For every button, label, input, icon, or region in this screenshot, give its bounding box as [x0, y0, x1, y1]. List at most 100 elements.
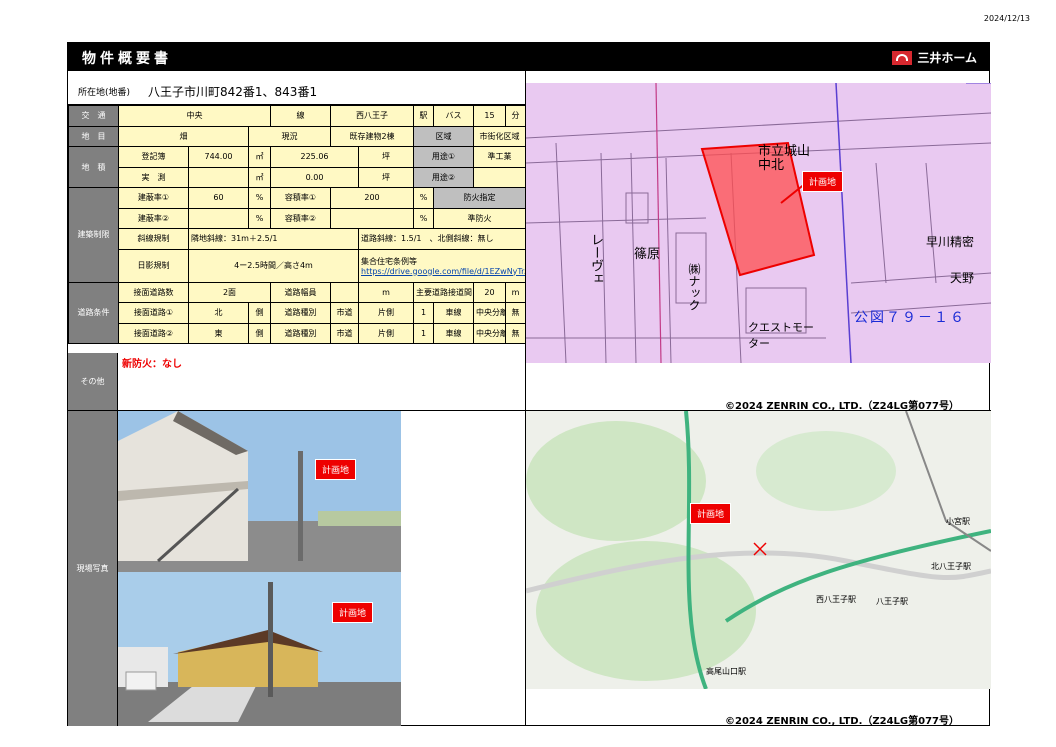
cell-bouka: 準防火: [433, 207, 526, 229]
cell-build-head: 建築制限: [68, 187, 119, 283]
cell-genkyo-head: 現況: [248, 125, 331, 147]
cell-road2-kind: 市道: [330, 322, 359, 344]
spec-row-area-reg: 地 積 登記簿 744.00 ㎡ 225.06 坪 用途① 準工業: [68, 146, 526, 188]
cell-yoseki1: 200: [330, 187, 414, 209]
address-row: 所在地(地番) 八王子市川町842番1、843番1: [68, 71, 525, 105]
cell-road2-median: 無: [505, 322, 526, 344]
cell-pct: %: [248, 187, 271, 209]
logo-text: 三井ホーム: [917, 51, 977, 65]
cell-kuiki: 市街化区域: [473, 125, 526, 147]
cell-tsubo-unit: 坪: [358, 146, 414, 168]
cell-pct: %: [413, 187, 434, 209]
copyright-2: ©2024 ZENRIN CO., LTD.（Z24LG第077号）: [725, 716, 959, 727]
label-revue: レーヴェ: [588, 233, 603, 285]
cell-line-unit: 線: [270, 105, 331, 127]
cell-yoseki1-head: 容積率①: [270, 187, 331, 209]
cell-side: 側: [248, 322, 271, 344]
cell-hikage-head: 日影規制: [118, 248, 189, 283]
spec-table: 交 通 中央 線 西八王子 駅 バス 15 分 地 目 畑 現況 既存建物2棟 …: [68, 105, 526, 344]
cell-shugo: 集合住宅条例等 https://drive.google.com/file/d/…: [358, 248, 526, 283]
label-nishi-station: 西八王子駅: [816, 595, 856, 604]
label-shinohara: 篠原: [634, 247, 661, 262]
cell-yoto2-head: 用途②: [413, 166, 474, 188]
label-kita-station: 北八王子駅: [931, 562, 971, 571]
cell-road-count: 2面: [188, 281, 271, 303]
spec-row-area-act: 実 測 ㎡ 0.00 坪 用途②: [69, 166, 526, 188]
cell-road1-kind: 市道: [330, 302, 359, 324]
spec-row-road2: 接面道路② 東 側 道路種別 市道 片側 1 車線 中央分離帯 無: [69, 322, 526, 344]
cell-station: 西八王子: [330, 105, 414, 127]
cell-genkyo: 既存建物2棟: [330, 125, 414, 147]
cell-yoto1-head: 用途①: [413, 146, 474, 168]
cell-bus: バス: [433, 105, 474, 127]
site-photo-1-drawing: [118, 411, 401, 572]
cell-road2-lanes: 1: [413, 322, 434, 344]
logo-mark-icon: [892, 50, 913, 65]
cell-rinchi: 隣地斜線：31m＋2.5/1: [188, 228, 359, 250]
cell-road1-head: 接面道路①: [118, 302, 189, 324]
cell-bouka-head: 防火指定: [433, 187, 526, 209]
copyright-1: ©2024 ZENRIN CO., LTD.（Z24LG第077号）: [725, 401, 959, 412]
cell-lanes-head: 片側: [358, 302, 414, 324]
cell-road1-lanes: 1: [413, 302, 434, 324]
cell-yoseki2: [330, 207, 414, 229]
cell-yoto2: [473, 166, 526, 188]
property-sheet: 物件概要書 三井ホーム 所在地(地番) 八王子市川町842番1、843番1 交 …: [67, 42, 991, 727]
cell-kind-head: 道路種別: [270, 302, 331, 324]
cell-median-head: 中央分離帯: [473, 302, 506, 324]
cell-road-count-head: 接面道路数: [118, 281, 189, 303]
cell-line: 中央: [118, 105, 271, 127]
spec-row-traffic: 交 通 中央 線 西八王子 駅 バス 15 分: [68, 105, 526, 127]
cell-road-head: 道路条件: [68, 281, 119, 344]
label-tenno: 天野: [950, 271, 975, 285]
cell-m-unit: m: [358, 281, 414, 303]
cell-shasen-head: 斜線規制: [118, 228, 189, 250]
sheet-header: 物件概要書 三井ホーム: [68, 43, 989, 71]
cell-median-head: 中央分離帯: [473, 322, 506, 344]
photos-head: 現場写真: [68, 411, 118, 726]
spec-row-road-count: 道路条件 接面道路数 2面 道路幅員 m 主要道路接道間口 20 m: [68, 281, 526, 344]
cell-frontage: 20: [473, 281, 506, 303]
cell-width: [330, 281, 359, 303]
label-komiya-station: 小宮駅: [946, 517, 970, 526]
spec-row-road1: 接面道路① 北 側 道路種別 市道 片側 1 車線 中央分離帯 無: [69, 302, 526, 324]
cell-station-unit: 駅: [413, 105, 434, 127]
shugo-label: 集合住宅条例等: [361, 256, 417, 266]
label-jokan: 市立城山中北: [758, 144, 811, 173]
map2-site-tag: 計画地: [690, 503, 732, 524]
label-motor: クエストモーター: [748, 321, 814, 350]
cell-lane-unit: 車線: [433, 322, 474, 344]
cell-chimoku-head: 地 目: [68, 125, 119, 147]
map1-site-tag: 計画地: [802, 171, 844, 192]
cell-act-head: 実 測: [118, 166, 189, 188]
label-nack: ㈱ナック: [687, 263, 701, 311]
cell-kenpei2: [188, 207, 249, 229]
spec-row-kenpei2: 建蔽率② % 容積率② % 準防火: [69, 207, 526, 229]
cell-m2-unit: ㎡: [248, 166, 271, 188]
shugo-link[interactable]: https://drive.google.com/file/d/1EZwNyTr…: [361, 267, 525, 276]
label-takao-station: 高尾山口駅: [706, 667, 746, 676]
cell-yoseki2-head: 容積率②: [270, 207, 331, 229]
spec-row-shasen: 斜線規制 隣地斜線：31m＋2.5/1 道路斜線：1.5/1 、北側斜線：無し: [69, 228, 526, 250]
cell-reg-m2: 744.00: [188, 146, 249, 168]
cell-kuiki-head: 区域: [413, 125, 474, 147]
cell-area-head: 地 積: [68, 146, 119, 188]
cell-pct: %: [413, 207, 434, 229]
cell-tsubo-unit: 坪: [358, 166, 414, 188]
cell-kenpei2-head: 建蔽率②: [118, 207, 189, 229]
cell-kenpei1-head: 建蔽率①: [118, 187, 189, 209]
spec-row-hikage: 日影規制 4ー2.5時間／高さ4m 集合住宅条例等 https://drive.…: [69, 248, 526, 283]
cell-yoto1: 準工業: [473, 146, 526, 168]
photo2-site-tag: 計画地: [332, 602, 374, 623]
cell-traffic-head: 交 通: [68, 105, 119, 127]
issue-date: 2024/12/13: [983, 14, 1030, 23]
company-logo: 三井ホーム: [892, 49, 977, 66]
cell-pct: %: [248, 207, 271, 229]
cell-road2-dir: 東: [188, 322, 249, 344]
other-head: その他: [68, 353, 118, 410]
cell-side: 側: [248, 302, 271, 324]
cell-m-unit: m: [505, 281, 526, 303]
photo1-site-tag: 計画地: [315, 459, 357, 480]
label-hachioji-station: 八王子駅: [876, 597, 908, 606]
cell-road1-dir: 北: [188, 302, 249, 324]
